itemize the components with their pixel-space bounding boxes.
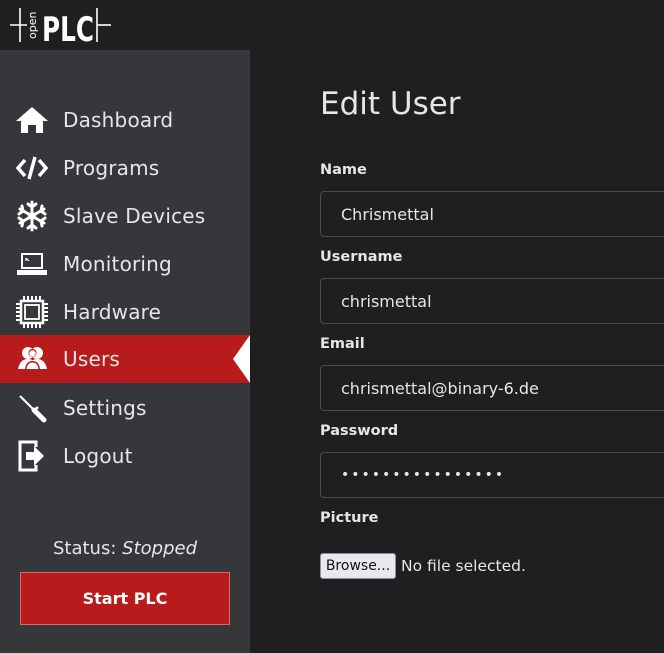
sidebar-item-label: Slave Devices [63,204,206,228]
page-title: Edit User [320,86,461,122]
status-label: Status: [52,538,117,559]
password-field[interactable]: •••••••••••••••• [320,452,664,498]
chip-icon [14,296,50,328]
username-value: chrismettal [341,291,432,311]
sidebar-item-hardware[interactable]: Hardware [0,288,250,336]
email-value: chrismettal@binary-6.de [341,378,539,398]
sidebar: Dashboard Programs Slave Devices Monitor… [0,50,250,653]
name-label: Name [320,162,367,178]
code-icon [14,152,50,184]
password-value: •••••••••••••••• [341,467,506,483]
sidebar-item-logout[interactable]: Logout [0,432,250,480]
sidebar-item-label: Users [63,347,121,371]
sidebar-item-label: Dashboard [63,108,174,132]
sidebar-item-label: Settings [63,396,147,420]
sidebar-item-label: Monitoring [63,252,172,276]
status-value: Stopped [122,538,197,559]
file-status: No file selected. [401,557,526,575]
sidebar-item-dashboard[interactable]: Dashboard [0,96,250,144]
logout-icon [14,440,50,472]
picture-label: Picture [320,510,379,526]
top-bar: open PLC [0,0,664,50]
browse-button[interactable]: Browse... [320,553,396,579]
openplc-logo: open PLC [10,8,111,46]
logo-small-text: open [26,12,39,39]
sidebar-item-slave-devices[interactable]: Slave Devices [0,192,250,240]
email-field[interactable]: chrismettal@binary-6.de [320,365,664,411]
sidebar-item-monitoring[interactable]: Monitoring [0,240,250,288]
start-plc-button[interactable]: Start PLC [20,572,230,625]
username-label: Username [320,249,403,265]
laptop-icon [14,248,50,280]
active-indicator [233,335,250,383]
plc-status: Status: Stopped [0,538,250,559]
name-field[interactable]: Chrismettal [320,191,664,237]
wrench-icon [14,392,50,424]
sidebar-item-settings[interactable]: Settings [0,384,250,432]
sidebar-item-label: Programs [63,156,160,180]
password-label: Password [320,423,399,439]
sidebar-item-label: Logout [63,444,133,468]
sidebar-item-users[interactable]: Users [0,335,250,383]
sidebar-item-programs[interactable]: Programs [0,144,250,192]
name-value: Chrismettal [341,204,434,224]
username-field[interactable]: chrismettal [320,278,664,324]
users-icon [14,343,50,375]
home-icon [14,104,50,136]
logo-text: PLC [42,10,94,46]
email-label: Email [320,336,365,352]
sidebar-item-label: Hardware [63,300,162,324]
snowflake-icon [14,200,50,232]
